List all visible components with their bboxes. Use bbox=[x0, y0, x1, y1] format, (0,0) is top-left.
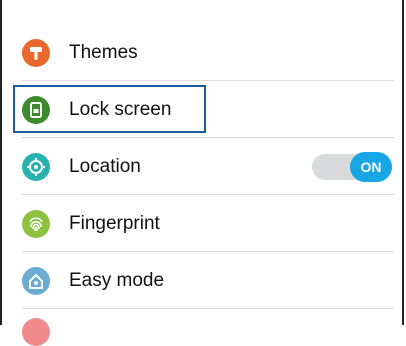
focus-highlight bbox=[13, 85, 206, 133]
settings-item-label: Themes bbox=[69, 42, 138, 63]
settings-item-themes[interactable]: Themes bbox=[12, 25, 394, 81]
settings-item-label: Fingerprint bbox=[69, 213, 160, 234]
toggle-knob: ON bbox=[350, 152, 392, 182]
settings-item-fingerprint[interactable]: Fingerprint bbox=[12, 196, 394, 252]
themes-icon bbox=[22, 39, 50, 67]
location-icon bbox=[22, 153, 50, 181]
next-item-icon bbox=[22, 318, 50, 346]
easy-mode-icon bbox=[22, 267, 50, 295]
location-toggle[interactable]: ON bbox=[312, 152, 392, 182]
settings-item-easy-mode[interactable]: Easy mode bbox=[12, 253, 394, 309]
settings-item-label: Easy mode bbox=[69, 270, 165, 291]
fingerprint-icon bbox=[22, 210, 50, 238]
settings-item-location[interactable]: Location ON bbox=[12, 139, 394, 195]
settings-item-label: Location bbox=[69, 156, 141, 177]
